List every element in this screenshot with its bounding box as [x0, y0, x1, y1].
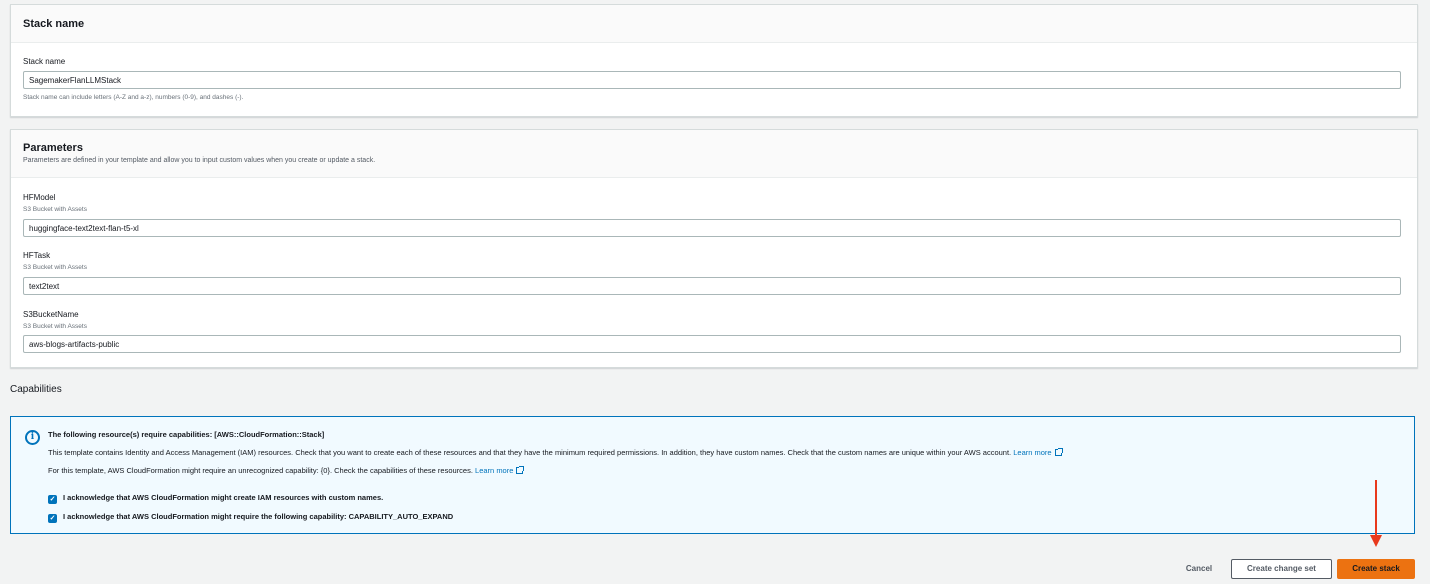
stack-name-label: Stack name: [23, 57, 66, 66]
s3bucketname-description: S3 Bucket with Assets: [23, 323, 87, 330]
stack-name-input[interactable]: [23, 71, 1401, 89]
external-link-icon: [516, 466, 525, 474]
hfmodel-description: S3 Bucket with Assets: [23, 206, 87, 213]
annotation-arrow-head: [1370, 535, 1382, 547]
hftask-input[interactable]: [23, 277, 1401, 295]
ack-auto-expand-checkbox[interactable]: ✓: [48, 514, 57, 523]
hftask-description: S3 Bucket with Assets: [23, 264, 87, 271]
capabilities-line-iam-text: This template contains Identity and Acce…: [48, 448, 1012, 457]
capabilities-heading: Capabilities: [10, 384, 62, 395]
parameters-panel-title: Parameters: [23, 142, 83, 154]
ack-iam-row[interactable]: ✓ I acknowledge that AWS CloudFormation m…: [48, 493, 383, 504]
annotation-arrow-shaft: [1375, 480, 1377, 536]
hftask-label: HFTask: [23, 251, 51, 260]
capabilities-line-unrecognized-text: For this template, AWS CloudFormation mi…: [48, 466, 473, 475]
stack-name-panel-header: Stack name: [11, 5, 1417, 43]
learn-more-link-capability[interactable]: Learn more: [475, 466, 525, 475]
capabilities-line-unrecognized: For this template, AWS CloudFormation mi…: [48, 466, 525, 475]
create-stack-button[interactable]: Create stack: [1337, 559, 1415, 579]
s3bucketname-label: S3BucketName: [23, 310, 79, 319]
parameters-panel-description: Parameters are defined in your template …: [23, 157, 376, 164]
capabilities-alert: i The following resource(s) require capa…: [10, 416, 1415, 534]
ack-iam-checkbox[interactable]: ✓: [48, 495, 57, 504]
capabilities-alert-title: The following resource(s) require capabi…: [48, 430, 325, 439]
ack-auto-expand-label: I acknowledge that AWS CloudFormation mi…: [63, 512, 454, 521]
s3bucketname-input[interactable]: [23, 335, 1401, 353]
parameters-panel-header: Parameters Parameters are defined in you…: [11, 130, 1417, 178]
ack-auto-expand-row[interactable]: ✓ I acknowledge that AWS CloudFormation m…: [48, 512, 453, 523]
cancel-button[interactable]: Cancel: [1176, 559, 1222, 579]
learn-more-link-iam-label: Learn more: [1013, 448, 1052, 457]
learn-more-link-capability-label: Learn more: [475, 466, 514, 475]
info-icon: i: [25, 430, 40, 445]
hfmodel-label: HFModel: [23, 193, 56, 202]
hfmodel-input[interactable]: [23, 219, 1401, 237]
parameters-panel: Parameters Parameters are defined in you…: [10, 129, 1418, 368]
stack-name-panel: Stack name Stack name Stack name can inc…: [10, 4, 1418, 117]
external-link-icon: [1054, 448, 1063, 456]
learn-more-link-iam[interactable]: Learn more: [1013, 448, 1063, 457]
capabilities-line-iam: This template contains Identity and Acce…: [48, 448, 1063, 457]
create-change-set-button[interactable]: Create change set: [1231, 559, 1332, 579]
stack-name-hint: Stack name can include letters (A-Z and …: [23, 94, 244, 101]
ack-iam-label: I acknowledge that AWS CloudFormation mi…: [63, 493, 384, 502]
stack-name-panel-title: Stack name: [23, 18, 85, 30]
